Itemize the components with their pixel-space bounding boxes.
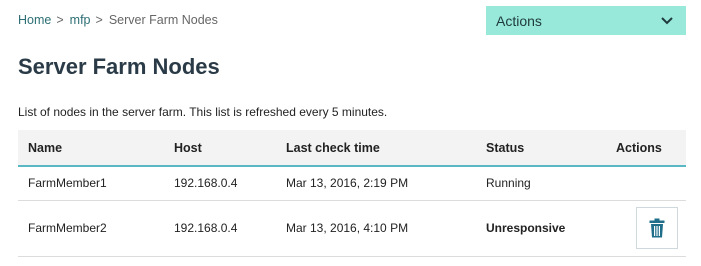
delete-node-button[interactable] [636, 207, 678, 249]
breadcrumb-home-link[interactable]: Home [18, 13, 51, 27]
table-header-row: Name Host Last check time Status Actions [18, 130, 686, 167]
cell-name: FarmMember2 [18, 200, 174, 257]
column-header-last-check[interactable]: Last check time [286, 130, 486, 167]
trash-icon [649, 218, 665, 238]
chevron-down-icon [660, 14, 674, 28]
actions-dropdown-label: Actions [496, 12, 542, 29]
breadcrumb-mfp-link[interactable]: mfp [70, 13, 91, 27]
column-header-name[interactable]: Name [18, 130, 174, 167]
cell-actions [616, 166, 686, 201]
page-title: Server Farm Nodes [18, 54, 220, 79]
breadcrumb-separator: > [56, 13, 64, 27]
breadcrumb-current: Server Farm Nodes [108, 13, 218, 27]
breadcrumb: Home > mfp > Server Farm Nodes [18, 13, 218, 27]
cell-last-check: Mar 13, 2016, 2:19 PM [286, 166, 486, 201]
server-farm-nodes-page: Home > mfp > Server Farm Nodes Actions S… [0, 0, 701, 266]
cell-host: 192.168.0.4 [174, 200, 286, 257]
table-row: FarmMember1 192.168.0.4 Mar 13, 2016, 2:… [18, 166, 686, 201]
table-row: FarmMember2 192.168.0.4 Mar 13, 2016, 4:… [18, 200, 686, 257]
cell-actions [616, 200, 686, 257]
actions-dropdown[interactable]: Actions [486, 6, 686, 35]
page-description: List of nodes in the server farm. This l… [18, 105, 388, 119]
column-header-status[interactable]: Status [486, 130, 616, 167]
column-header-host[interactable]: Host [174, 130, 286, 167]
column-header-actions: Actions [616, 130, 686, 167]
cell-last-check: Mar 13, 2016, 4:10 PM [286, 200, 486, 257]
breadcrumb-separator: > [95, 13, 103, 27]
nodes-table: Name Host Last check time Status Actions… [18, 130, 686, 257]
cell-status-running: Running [486, 166, 616, 201]
cell-name: FarmMember1 [18, 166, 174, 201]
cell-status-unresponsive: Unresponsive [486, 200, 616, 257]
cell-host: 192.168.0.4 [174, 166, 286, 201]
